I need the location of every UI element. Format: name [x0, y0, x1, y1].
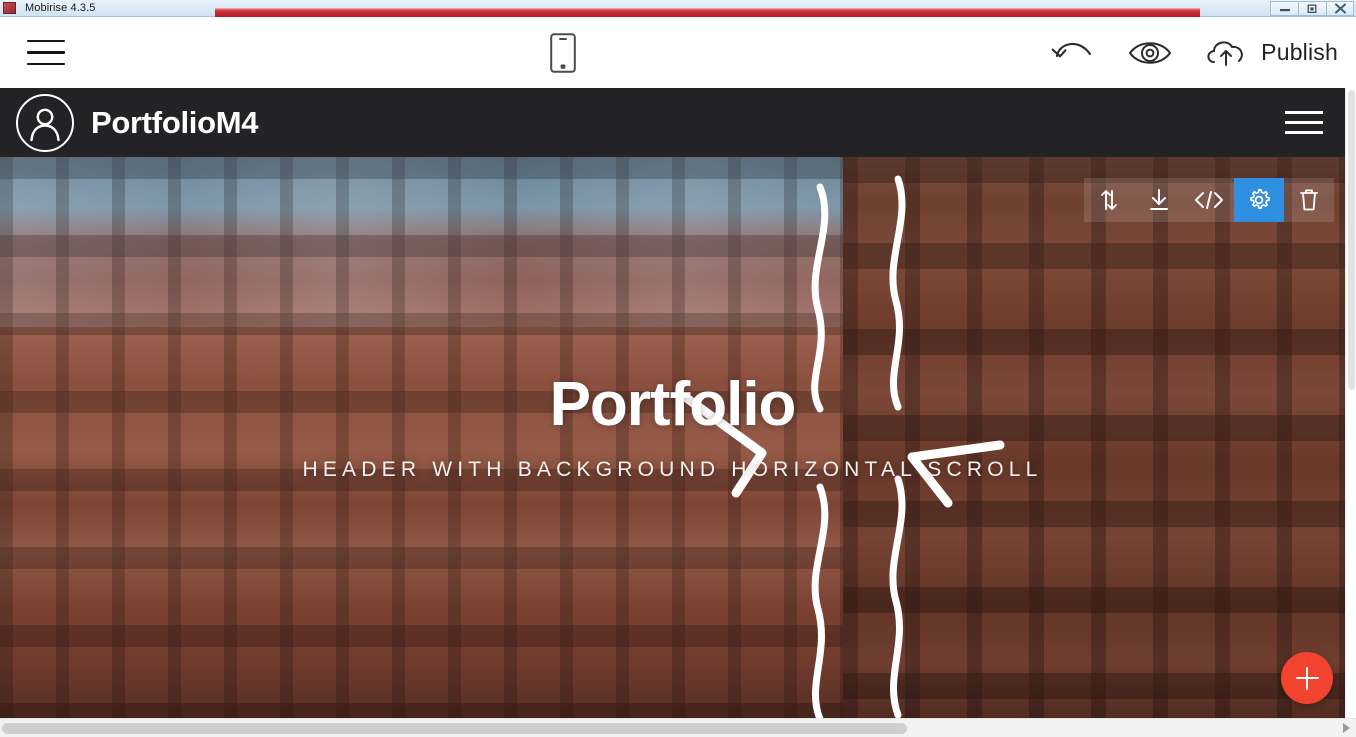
- block-edit-toolbar: [1084, 178, 1334, 222]
- loading-progress-bar: [215, 8, 1200, 17]
- app-toolbar: Publish: [0, 17, 1356, 88]
- menu-line: [1285, 131, 1323, 134]
- window-controls: [1270, 0, 1354, 16]
- menu-line: [1285, 111, 1323, 114]
- menu-line: [1285, 121, 1323, 124]
- vertical-scrollbar-thumb[interactable]: [1348, 90, 1355, 390]
- mobirise-app-icon: [3, 2, 16, 14]
- menu-line: [27, 39, 65, 43]
- hero-subtitle: HEADER WITH BACKGROUND HORIZONTAL SCROLL: [302, 457, 1043, 481]
- move-updown-icon[interactable]: [1084, 178, 1134, 222]
- add-block-button[interactable]: [1281, 652, 1333, 704]
- mobile-device-icon[interactable]: [549, 32, 576, 73]
- hero-title: Portfolio: [549, 369, 797, 439]
- hero-block[interactable]: Portfolio HEADER WITH BACKGROUND HORIZON…: [0, 157, 1345, 718]
- minimize-icon[interactable]: [1270, 0, 1298, 16]
- publish-button[interactable]: Publish: [1203, 37, 1338, 69]
- user-avatar-icon: [16, 93, 74, 152]
- vertical-scrollbar[interactable]: [1345, 88, 1356, 718]
- toolbar-center: [74, 32, 1051, 73]
- publish-label: Publish: [1261, 39, 1338, 65]
- code-brackets-icon[interactable]: [1184, 178, 1234, 222]
- toolbar-actions: Publish: [1051, 36, 1338, 70]
- page-canvas: PortfolioM4 Portfolio HEADER WITH BACKGR…: [0, 88, 1345, 718]
- cloud-upload-icon: [1203, 37, 1249, 69]
- horizontal-scrollbar-thumb[interactable]: [2, 723, 907, 734]
- horizontal-scrollbar[interactable]: [0, 718, 1356, 737]
- menu-line: [27, 62, 65, 66]
- undo-arrow-icon[interactable]: [1051, 36, 1097, 70]
- site-navbar: PortfolioM4: [0, 88, 1345, 157]
- site-menu-icon[interactable]: [1285, 108, 1323, 138]
- hamburger-menu-icon[interactable]: [18, 33, 74, 73]
- eye-preview-icon[interactable]: [1127, 38, 1173, 68]
- close-icon[interactable]: [1326, 0, 1354, 16]
- window-title: Mobirise 4.3.5: [25, 2, 96, 14]
- trash-icon[interactable]: [1284, 178, 1334, 222]
- menu-line: [27, 51, 65, 54]
- download-arrow-icon[interactable]: [1134, 178, 1184, 222]
- hero-text: Portfolio HEADER WITH BACKGROUND HORIZON…: [0, 157, 1345, 718]
- scroll-right-arrow-icon[interactable]: [1343, 723, 1350, 733]
- restore-icon[interactable]: [1298, 0, 1326, 16]
- gear-icon[interactable]: [1234, 178, 1284, 222]
- site-brand-name: PortfolioM4: [91, 104, 259, 140]
- site-brand[interactable]: PortfolioM4: [16, 93, 259, 152]
